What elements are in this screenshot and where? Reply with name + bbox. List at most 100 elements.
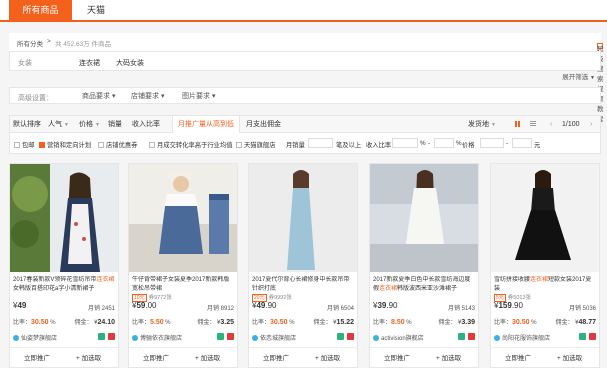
option-conversion-rate[interactable]: 月成交转化率高于行业均值 [149, 140, 233, 149]
product-title[interactable]: 2017夏代尔背心长裙修身中长款吊带针织打底 [252, 276, 354, 294]
sort-sales[interactable]: 销量 [108, 116, 122, 133]
title-text: 雪纺拼接收腰 [494, 277, 531, 283]
price-min-input[interactable] [480, 138, 504, 148]
add-select-button[interactable]: + 加选取 [315, 352, 340, 362]
sort-monthly-commission[interactable]: 月支出佣金 [246, 116, 281, 133]
grid-view-icon[interactable] [515, 121, 521, 127]
title-keyword: 连衣裙 [530, 277, 549, 283]
monthly-sales: 月销 5036 [569, 303, 596, 312]
sort-label: 价格 [79, 121, 93, 128]
add-select-button[interactable]: + 加选取 [76, 352, 101, 362]
sort-price[interactable]: 价格 ▼ [79, 116, 100, 133]
commission: 佣金： ¥48.77 [555, 319, 596, 326]
promote-button[interactable]: 立即推广 [505, 352, 531, 362]
option-shop-coupon[interactable]: 店铺优惠券 [98, 140, 137, 149]
commission: 佣金： ¥3.39 [438, 319, 475, 326]
red-badge-icon[interactable] [227, 333, 234, 340]
red-badge-icon[interactable] [589, 333, 596, 340]
product-image[interactable] [249, 164, 357, 272]
checkbox-checked[interactable] [39, 142, 45, 148]
product-card[interactable]: 雪纺拼接收腰连衣裙短款女装2017夏装 5元 券5013张 ¥159.90 月销 … [490, 163, 600, 368]
ship-from-dropdown[interactable]: 发货地 ▼ [468, 116, 496, 133]
sort-monthly-promo[interactable]: 月推广量从高到低 [172, 116, 240, 133]
shop-label: 依恋城旗舰店 [260, 336, 297, 342]
product-image[interactable] [129, 164, 237, 272]
product-title[interactable]: 牛仔背带裙子女装夏季2017新款韩版宽松吊带裙 [132, 276, 234, 294]
add-select-button[interactable]: + 加选取 [195, 352, 220, 362]
next-page-icon[interactable]: › [590, 116, 592, 133]
red-badge-icon[interactable] [108, 333, 115, 340]
expand-filter-button[interactable]: 展开筛选 ▼ [562, 71, 595, 81]
sort-bar: 默认排序 人气 ▼ 价格 ▼ 销量 收入比率 月推广量从高到低 月支出佣金 发货… [9, 115, 601, 133]
checkbox[interactable] [236, 142, 242, 148]
promote-button[interactable]: 立即推广 [143, 352, 169, 362]
shop-name[interactable]: 依恋城旗舰店 [252, 333, 296, 342]
product-title[interactable]: 2017春装新款V领碎花雪纺吊带连衣裙女韩版百搭印花a字小清新裙子 [13, 276, 115, 294]
price-fraction: .00 [145, 301, 157, 310]
promote-button[interactable]: 立即推广 [263, 352, 289, 362]
product-image[interactable] [10, 164, 118, 272]
product-card[interactable]: 2017春装新款V领碎花雪纺吊带连衣裙女韩版百搭印花a字小清新裙子 ¥49 月销… [9, 163, 119, 368]
tab-all-products[interactable]: 所有商品 [9, 0, 72, 20]
shop-name[interactable]: 博骊依衣旗舰店 [132, 333, 182, 342]
sort-income-ratio[interactable]: 收入比率 [132, 116, 160, 133]
shop-name[interactable]: 仙姿梦旗舰店 [13, 333, 57, 342]
option-free-shipping[interactable]: 包邮 [14, 140, 35, 149]
green-badge-icon[interactable] [98, 333, 105, 340]
percent-unit: % [456, 140, 462, 147]
breadcrumb-root[interactable]: 所有分类 [17, 38, 43, 48]
rate-label: 比率： [252, 320, 271, 326]
product-title[interactable]: 2017新款夏季白色中长款雪纺海边度假连衣裙韩版波西米亚沙滩裙子 [373, 276, 475, 294]
advanced-label: 高级设置： [18, 95, 53, 102]
list-view-icon[interactable] [530, 121, 536, 127]
red-badge-icon[interactable] [468, 333, 475, 340]
shop-label: 尚阳花服饰旗舰店 [502, 336, 551, 342]
shop-requirement-dropdown[interactable]: 店铺要求 ▾ [127, 91, 168, 102]
promote-button[interactable]: 立即推广 [384, 352, 410, 362]
green-badge-icon[interactable] [458, 333, 465, 340]
income-ratio-min-input[interactable] [392, 138, 418, 148]
product-card[interactable]: 牛仔背带裙子女装夏季2017新款韩版宽松吊带裙 10元 券9772张 ¥59.00… [128, 163, 238, 368]
product-image[interactable] [491, 164, 599, 272]
monthly-sales: 月销 5143 [448, 303, 475, 312]
sales-label: 月销 [326, 306, 339, 312]
product-title[interactable]: 雪纺拼接收腰连衣裙短款女装2017夏装 [494, 276, 596, 294]
sort-arrow-icon: ▼ [63, 122, 69, 128]
tab-tmall[interactable]: 天猫 [72, 0, 120, 20]
shop-label: 仙姿梦旗舰店 [21, 336, 58, 342]
checkbox[interactable] [149, 142, 155, 148]
sort-popularity[interactable]: 人气 ▼ [48, 116, 69, 133]
product-card[interactable]: 2017新款夏季白色中长款雪纺海边度假连衣裙韩版波西米亚沙滩裙子 ¥39.90 … [369, 163, 479, 368]
option-marketing-plan[interactable]: 营销和定向计划 [39, 140, 91, 149]
sales-value: 5143 [461, 306, 475, 312]
product-image[interactable] [370, 164, 478, 272]
green-badge-icon[interactable] [337, 333, 344, 340]
monthly-sales-label: 月销量 [286, 142, 305, 149]
product-card[interactable]: 2017夏代尔背心长裙修身中长款吊带针织打底 20元 券9992张 ¥49.90 … [248, 163, 358, 368]
shop-name[interactable]: 尚阳花服饰旗舰店 [494, 333, 550, 342]
title-text: 牛仔背带裙子女装夏季2017新款韩版宽松吊带裙 [132, 277, 230, 292]
green-badge-icon[interactable] [579, 333, 586, 340]
green-badge-icon[interactable] [217, 333, 224, 340]
product-requirement-dropdown[interactable]: 商品要求 ▾ [78, 91, 119, 102]
image-requirement-dropdown[interactable]: 图片要求 ▾ [178, 91, 219, 102]
add-select-button[interactable]: + 加选取 [557, 352, 582, 362]
filter-option-plus-size[interactable]: 大码女装 [116, 58, 144, 68]
sort-default[interactable]: 默认排序 [13, 116, 41, 133]
add-select-button[interactable]: + 加选取 [436, 352, 461, 362]
shop-name[interactable]: activision旗舰店 [373, 333, 424, 342]
red-badge-icon[interactable] [347, 333, 354, 340]
shop-icon [252, 335, 258, 341]
shop-label: 博骊依衣旗舰店 [140, 336, 183, 342]
filter-option-dress[interactable]: 连衣裙 [79, 58, 100, 68]
income-ratio-max-input[interactable] [434, 138, 454, 148]
price-max-input[interactable] [512, 138, 532, 148]
checkbox[interactable] [14, 142, 20, 148]
dropdown-label: 店铺要求 [131, 93, 159, 100]
promote-button[interactable]: 立即推广 [24, 352, 50, 362]
breadcrumb: 所有分类 > 共 452.63万 件商品 超级搜索视频教程 [9, 33, 604, 123]
checkbox[interactable] [98, 142, 104, 148]
prev-page-icon[interactable]: ‹ [550, 116, 552, 133]
option-tmall-flagship[interactable]: 天猫旗舰店 [236, 140, 275, 149]
monthly-sales-input[interactable] [308, 138, 333, 148]
